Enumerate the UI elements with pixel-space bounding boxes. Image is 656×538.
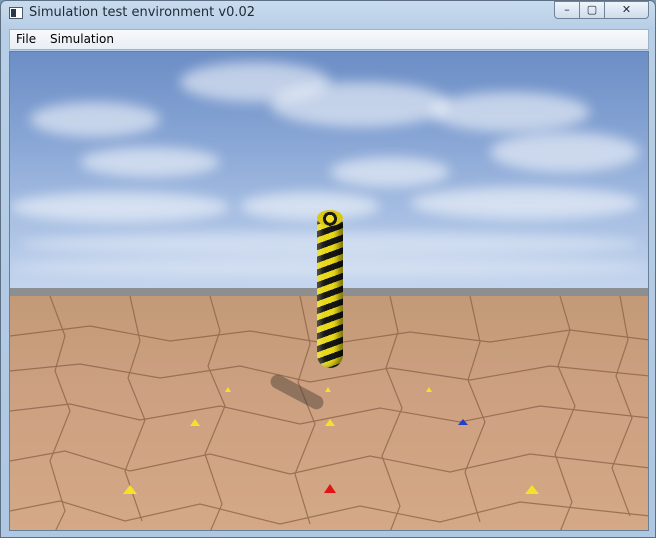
simulation-viewport[interactable] <box>9 51 649 531</box>
cloud <box>30 102 160 137</box>
yellow-marker[interactable] <box>325 387 331 392</box>
blue-marker[interactable] <box>458 419 468 425</box>
yellow-marker[interactable] <box>426 387 432 392</box>
cloud <box>80 147 220 177</box>
yellow-marker[interactable] <box>190 419 200 426</box>
yellow-marker[interactable] <box>123 485 137 494</box>
cloud <box>10 192 230 222</box>
pillar-top <box>317 210 343 226</box>
app-window: Simulation test environment v0.02 – ▢ ✕ … <box>0 0 656 538</box>
red-marker[interactable] <box>324 484 336 493</box>
window-title: Simulation test environment v0.02 <box>29 5 256 20</box>
cloud <box>240 192 380 220</box>
yellow-marker[interactable] <box>525 485 539 494</box>
menu-file[interactable]: File <box>16 32 36 46</box>
cloud <box>270 82 450 127</box>
app-icon[interactable] <box>9 7 23 19</box>
cloud <box>430 92 590 132</box>
yellow-marker[interactable] <box>225 387 231 392</box>
title-bar[interactable]: Simulation test environment v0.02 – ▢ ✕ <box>1 1 655 29</box>
cloud <box>330 157 450 187</box>
close-button[interactable]: ✕ <box>604 1 649 19</box>
striped-pillar[interactable] <box>317 212 343 368</box>
menu-bar: File Simulation <box>9 29 649 50</box>
cloud <box>490 132 640 172</box>
cloud <box>410 187 640 219</box>
yellow-marker[interactable] <box>325 419 335 426</box>
menu-simulation[interactable]: Simulation <box>50 32 114 46</box>
maximize-button[interactable]: ▢ <box>579 1 605 19</box>
minimize-button[interactable]: – <box>554 1 580 19</box>
